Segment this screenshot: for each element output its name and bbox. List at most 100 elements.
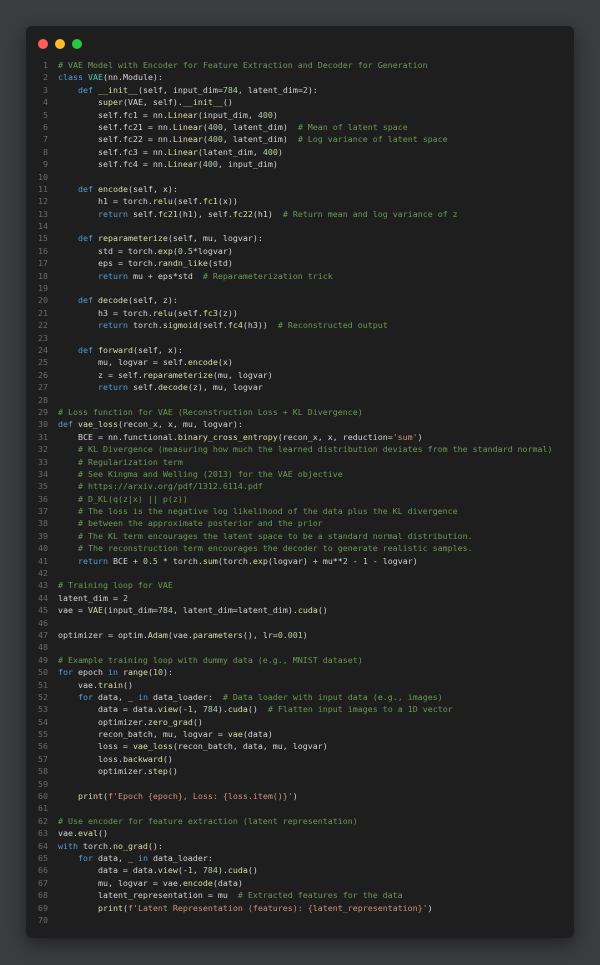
- minimize-icon[interactable]: [55, 39, 65, 49]
- line-number: 66: [38, 865, 48, 876]
- code-line: 22 return torch.sigmoid(self.fc4(h3)) # …: [26, 319, 574, 331]
- line-source: super(VAE, self).__init__(): [97, 97, 233, 108]
- line-source: # Use encoder for feature extraction (la…: [58, 815, 358, 826]
- line-source: return torch.sigmoid(self.fc4(h3)) # Rec…: [97, 320, 388, 331]
- code-line: 41 return BCE + 0.5 * torch.sum(torch.ex…: [26, 555, 574, 567]
- line-source: # The loss is the negative log likelihoo…: [77, 506, 458, 517]
- line-number: 18: [38, 270, 48, 281]
- line-number: 51: [38, 679, 48, 690]
- code-line: 9 self.fc4 = nn.Linear(400, input_dim): [26, 158, 574, 170]
- code-line: 69 print(f'Latent Representation (featur…: [26, 902, 574, 914]
- line-number: 32: [38, 444, 48, 455]
- window-titlebar: [26, 26, 574, 62]
- line-source: self.fc22 = nn.Linear(400, latent_dim) #…: [58, 134, 448, 145]
- code-line: 32 # KL Divergence (measuring how much t…: [26, 443, 574, 455]
- line-source: # The KL term encourages the latent spac…: [77, 530, 473, 541]
- line-number: 41: [38, 555, 48, 566]
- line-source: for epoch in range(10):: [58, 667, 173, 678]
- line-number: 56: [38, 741, 48, 752]
- code-line: 53 data = data.view(-1, 784).cuda() # Fl…: [26, 703, 574, 715]
- line-number: 11: [38, 183, 48, 194]
- code-line: 50 for epoch in range(10):: [26, 666, 574, 678]
- code-line: 62 # Use encoder for feature extraction (…: [26, 815, 574, 827]
- close-icon[interactable]: [38, 39, 48, 49]
- code-line: 31 BCE = nn.functional.binary_cross_entr…: [26, 431, 574, 443]
- line-number: 36: [38, 493, 48, 504]
- line-source: print(f'Latent Representation (features)…: [97, 902, 433, 913]
- code-line: 35 # https://arxiv.org/pdf/1312.6114.pdf: [26, 480, 574, 492]
- line-number: 59: [38, 778, 48, 789]
- line-number: 6: [43, 121, 48, 132]
- line-source: self.fc1 = nn.Linear(input_dim, 400): [58, 109, 278, 120]
- line-source: loss = vae_loss(recon_batch, data, mu, l…: [58, 741, 328, 752]
- code-line: 12 h1 = torch.relu(self.fc1(x)): [26, 195, 574, 207]
- line-source: data = data.view(-1, 784).cuda(): [58, 865, 258, 876]
- line-source: def reparameterize(self, mu, logvar):: [77, 233, 263, 244]
- line-number: 27: [38, 382, 48, 393]
- line-source: print(f'Epoch {epoch}, Loss: {loss.item(…: [77, 791, 298, 802]
- code-line: 58 optimizer.step(): [26, 765, 574, 777]
- code-line: 36 # D_KL(q(z|x) || p(z)): [26, 493, 574, 505]
- line-source: with torch.no_grad():: [58, 840, 163, 851]
- code-line: 27 return self.decode(z), mu, logvar: [26, 381, 574, 393]
- line-number: 57: [38, 753, 48, 764]
- line-number: 2: [43, 72, 48, 83]
- code-line: 67 mu, logvar = vae.encode(data): [26, 877, 574, 889]
- line-number: 34: [38, 468, 48, 479]
- line-source: std = torch.exp(0.5*logvar): [58, 245, 233, 256]
- code-line: 49 # Example training loop with dummy dat…: [26, 654, 574, 666]
- line-number: 24: [38, 344, 48, 355]
- line-source: # See Kingma and Welling (2013) for the …: [77, 468, 343, 479]
- line-number: 20: [38, 295, 48, 306]
- line-number: 42: [38, 568, 48, 579]
- line-number: 31: [38, 431, 48, 442]
- code-line: 63 vae.eval(): [26, 827, 574, 839]
- line-source: # between the approximate posterior and …: [77, 518, 323, 529]
- line-number: 49: [38, 654, 48, 665]
- line-source: h3 = torch.relu(self.fc3(z)): [58, 307, 238, 318]
- line-source: def forward(self, x):: [77, 344, 183, 355]
- line-source: optimizer = optim.Adam(vae.parameters(),…: [58, 629, 308, 640]
- line-number: 16: [38, 245, 48, 256]
- line-number: 25: [38, 357, 48, 368]
- code-line: 46: [26, 617, 574, 629]
- line-source: # D_KL(q(z|x) || p(z)): [77, 493, 188, 504]
- line-source: # Training loop for VAE: [58, 580, 173, 591]
- line-number: 29: [38, 406, 48, 417]
- line-number: 52: [38, 691, 48, 702]
- line-number: 9: [43, 159, 48, 170]
- line-number: 65: [38, 853, 48, 863]
- line-source: optimizer.zero_grad(): [58, 716, 203, 727]
- code-line: 3 def __init__(self, input_dim=784, late…: [26, 84, 574, 96]
- code-line: 61: [26, 802, 574, 814]
- code-line: 18 return mu + eps*std # Reparameterizat…: [26, 270, 574, 282]
- line-number: 7: [43, 134, 48, 145]
- line-source: recon_batch, mu, logvar = vae(data): [58, 729, 273, 740]
- line-source: def decode(self, z):: [77, 295, 178, 306]
- line-number: 38: [38, 518, 48, 529]
- line-number: 10: [38, 171, 48, 182]
- line-source: latent_representation = mu # Extracted f…: [58, 890, 403, 901]
- line-source: eps = torch.randn_like(std): [58, 258, 233, 269]
- line-number: 48: [38, 642, 48, 653]
- line-number: 40: [38, 543, 48, 554]
- line-source: # Example training loop with dummy data …: [58, 654, 363, 665]
- code-line: 24 def forward(self, x):: [26, 344, 574, 356]
- code-line: 52 for data, _ in data_loader: # Data lo…: [26, 691, 574, 703]
- code-line: 42: [26, 567, 574, 579]
- code-line: 60 print(f'Epoch {epoch}, Loss: {loss.it…: [26, 790, 574, 802]
- line-number: 43: [38, 580, 48, 591]
- code-editor[interactable]: 1 # VAE Model with Encoder for Feature Ex…: [26, 59, 574, 926]
- line-source: self.fc3 = nn.Linear(latent_dim, 400): [58, 146, 283, 157]
- code-line: 14: [26, 220, 574, 232]
- code-line: 11 def encode(self, x):: [26, 183, 574, 195]
- line-number: 47: [38, 629, 48, 640]
- maximize-icon[interactable]: [72, 39, 82, 49]
- line-number: 12: [38, 196, 48, 207]
- line-number: 13: [38, 208, 48, 219]
- line-number: 14: [38, 221, 48, 232]
- code-line: 54 optimizer.zero_grad(): [26, 716, 574, 728]
- code-line: 15 def reparameterize(self, mu, logvar):: [26, 232, 574, 244]
- line-number: 28: [38, 394, 48, 405]
- code-line: 17 eps = torch.randn_like(std): [26, 257, 574, 269]
